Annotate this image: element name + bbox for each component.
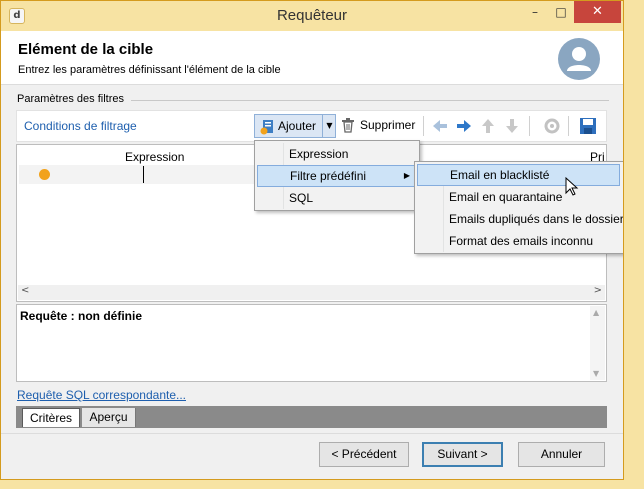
window-title: Requêteur [276, 7, 348, 24]
menu-item-email-quarantine[interactable]: Email en quarantaine [417, 186, 620, 208]
filter-toolbar: Conditions de filtrage Ajouter ▼ Supprim… [16, 110, 607, 142]
sql-query-link[interactable]: Requête SQL correspondante... [17, 388, 186, 402]
menu-item-duplicate-emails[interactable]: Emails dupliqués dans le dossier [417, 208, 623, 230]
add-button[interactable]: Ajouter ▼ [254, 114, 336, 138]
query-text: Requête : non définie [20, 309, 143, 323]
user-avatar-icon [558, 38, 600, 80]
chevron-down-icon[interactable]: ▼ [322, 115, 336, 137]
previous-button[interactable]: < Précédent [319, 442, 409, 467]
scroll-left-icon[interactable]: < [21, 285, 29, 296]
footer-divider [1, 433, 623, 434]
tab-apercu[interactable]: Aperçu [82, 408, 136, 427]
scroll-up-icon[interactable]: ▲ [593, 308, 599, 317]
filter-conditions-label: Conditions de filtrage [24, 119, 137, 133]
delete-button-label: Supprimer [360, 118, 416, 132]
toolbar-separator [529, 116, 530, 136]
predefined-filter-submenu: Email en blacklisté Email en quarantaine… [414, 161, 623, 254]
menu-item-email-blacklist[interactable]: Email en blacklisté [417, 164, 620, 186]
horizontal-scrollbar[interactable]: < > [18, 285, 605, 300]
trash-icon [342, 118, 354, 133]
app-icon[interactable]: d [9, 8, 25, 24]
menu-item-label: Filtre prédéfini [290, 169, 367, 183]
tab-bar: Critères Aperçu [16, 406, 607, 428]
menu-item-predefined-filter[interactable]: Filtre prédéfini ▶ [257, 165, 417, 187]
add-menu: Expression Filtre prédéfini ▶ SQL [254, 140, 420, 211]
scroll-down-icon[interactable]: ▼ [593, 369, 599, 378]
requeteur-window: d Requêteur – □ ✕ Elément de la cible En… [0, 0, 624, 480]
query-preview: Requête : non définie ▲ ▼ [16, 304, 607, 382]
page-subtitle: Entrez les paramètres définissant l'élém… [18, 64, 281, 76]
arrow-down-icon[interactable] [503, 117, 521, 135]
status-dot-icon [39, 169, 50, 180]
scroll-right-icon[interactable]: > [594, 285, 602, 296]
page-title: Elément de la cible [18, 41, 154, 58]
wizard-header: Elément de la cible Entrez les paramètre… [1, 31, 623, 85]
menu-item-unknown-email-format[interactable]: Format des emails inconnu [417, 230, 620, 252]
menu-item-expression[interactable]: Expression [257, 143, 417, 165]
arrow-left-icon[interactable] [431, 117, 449, 135]
menu-item-sql[interactable]: SQL [257, 187, 417, 209]
minimize-button[interactable]: – [522, 1, 548, 23]
vertical-scrollbar[interactable]: ▲ ▼ [590, 306, 605, 380]
maximize-button[interactable]: □ [548, 1, 574, 23]
refresh-icon[interactable] [543, 117, 561, 135]
arrow-right-icon[interactable] [455, 117, 473, 135]
title-bar: d Requêteur – □ ✕ [1, 1, 623, 31]
toolbar-separator [568, 116, 569, 136]
arrow-up-icon[interactable] [479, 117, 497, 135]
column-header-expression[interactable]: Expression [125, 150, 184, 164]
mouse-pointer-icon [565, 177, 579, 196]
filters-section-label: Paramètres des filtres [17, 93, 124, 105]
cancel-button[interactable]: Annuler [518, 442, 605, 467]
section-divider [131, 100, 609, 101]
close-button[interactable]: ✕ [574, 1, 621, 23]
next-button[interactable]: Suivant > [422, 442, 503, 467]
tab-criteres[interactable]: Critères [22, 408, 80, 427]
save-icon[interactable] [579, 117, 597, 135]
add-button-label: Ajouter [278, 119, 317, 133]
submenu-arrow-icon: ▶ [403, 171, 410, 180]
add-filter-icon [260, 120, 273, 135]
text-caret [143, 166, 144, 183]
toolbar-separator [423, 116, 424, 136]
